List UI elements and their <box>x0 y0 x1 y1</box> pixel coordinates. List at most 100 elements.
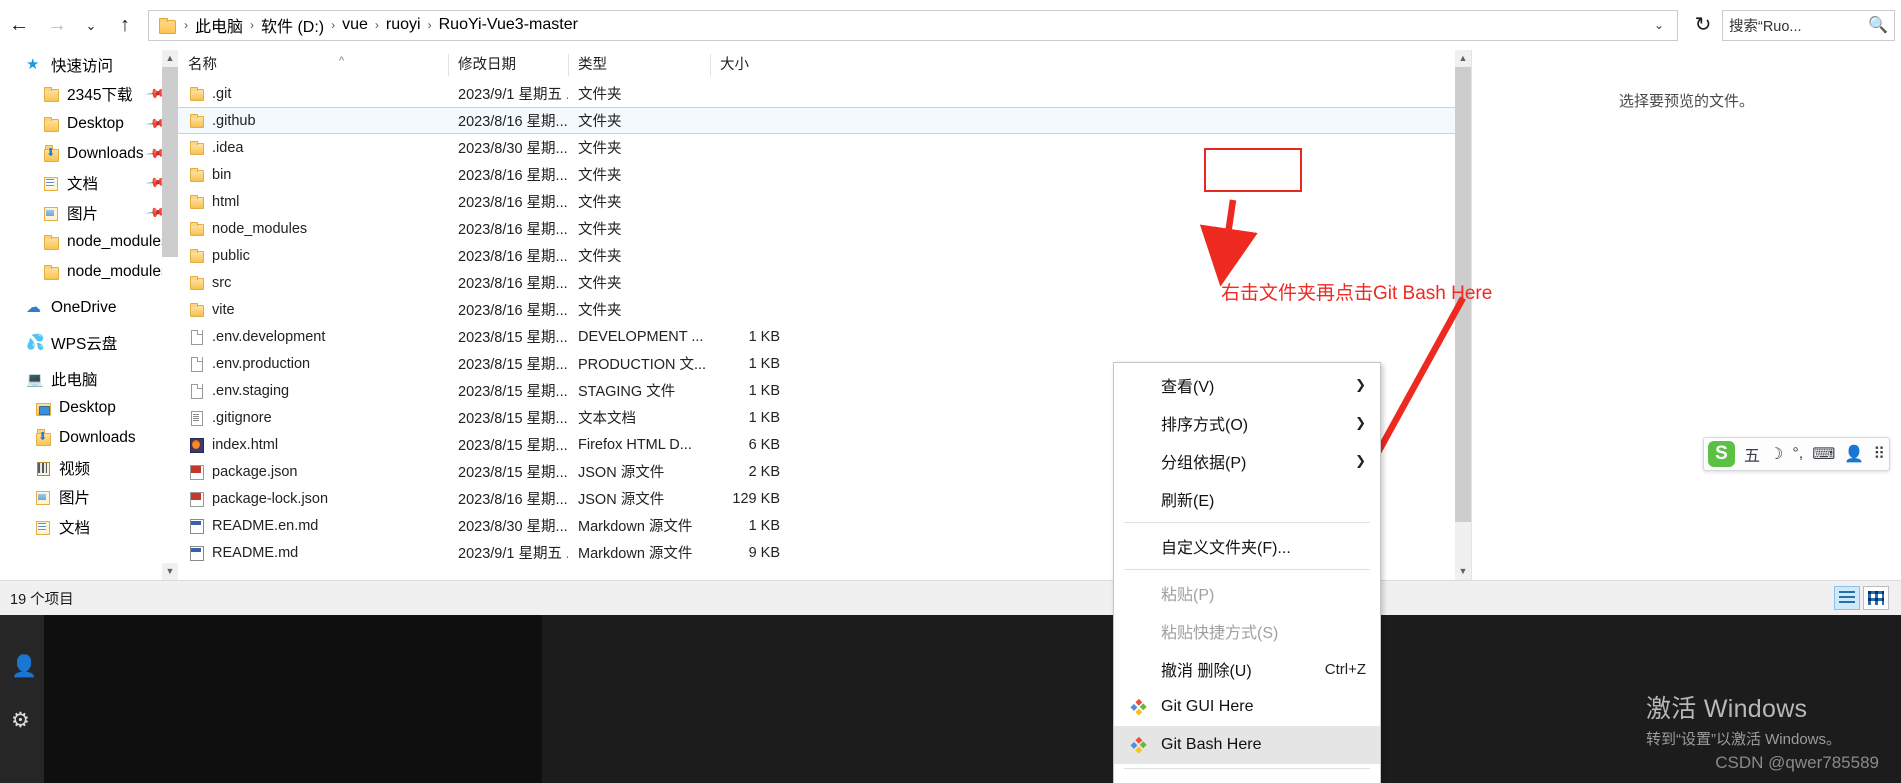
scroll-up-icon[interactable]: ▲ <box>162 50 178 67</box>
sidebar-item-label: 文档 <box>59 519 91 537</box>
sidebar-item-label: 图片 <box>59 490 91 508</box>
file-date: 2023/8/16 星期... <box>458 114 568 130</box>
table-row[interactable]: node_modules 2023/8/16 星期... 文件夹 <box>178 215 1471 242</box>
search-input[interactable]: 搜索“Ruo... 🔍 <box>1722 9 1895 41</box>
menu-item[interactable]: 排序方式(O) ❯ <box>1114 404 1380 442</box>
file-size: 1 KB <box>748 409 780 426</box>
sidebar-group-this-pc[interactable]: 💻 此电脑 <box>0 364 178 394</box>
breadcrumb-separator: › <box>374 18 379 32</box>
breadcrumb-item-3[interactable]: ruoyi <box>383 16 424 34</box>
file-list-scrollbar[interactable]: ▲ ▼ <box>1455 50 1471 580</box>
breadcrumb-item-2[interactable]: vue <box>339 16 371 34</box>
table-row[interactable]: .git 2023/9/1 星期五 ... 文件夹 <box>178 80 1471 107</box>
chevron-right-icon: ❯ <box>1355 377 1366 392</box>
table-row[interactable]: public 2023/8/16 星期... 文件夹 <box>178 242 1471 269</box>
sidebar-group-quick-access[interactable]: ★ 快速访问 <box>0 50 178 80</box>
ime-keyboard-icon[interactable]: ⌨ <box>1812 444 1835 464</box>
gear-icon[interactable]: ⚙ <box>11 708 30 733</box>
details-view-icon[interactable] <box>1834 586 1860 610</box>
sidebar-item-node-modules-2[interactable]: node_modules <box>0 257 178 287</box>
sidebar-item-2345[interactable]: 2345下载 📌 <box>0 80 178 110</box>
ime-toolbar[interactable]: S 五 ☽ °, ⌨ 👤 ⠿ <box>1703 437 1890 471</box>
back-button[interactable]: ← <box>0 6 38 44</box>
forward-icon: → <box>47 14 67 36</box>
menu-separator <box>1124 569 1370 570</box>
file-type: 文件夹 <box>578 276 622 292</box>
breadcrumb-item-1[interactable]: 软件 (D:) <box>258 13 327 37</box>
column-header-size[interactable]: 大小 <box>710 50 790 80</box>
breadcrumb-item-4[interactable]: RuoYi-Vue3-master <box>436 16 581 34</box>
json-icon <box>188 491 204 507</box>
menu-item[interactable]: 自定义文件夹(F)... <box>1114 527 1380 565</box>
menu-item-label: 自定义文件夹(F)... <box>1161 540 1291 557</box>
folder-icon <box>188 140 204 156</box>
file-name: README.en.md <box>212 517 319 534</box>
pictures-icon <box>34 489 52 506</box>
sidebar-item-pc-documents[interactable]: 文档 <box>0 512 178 542</box>
text-file-icon <box>188 410 204 426</box>
menu-item-label: 排序方式(O) <box>1161 417 1249 434</box>
sogou-logo-icon[interactable]: S <box>1708 441 1735 467</box>
menu-item[interactable]: 撤消 删除(U) Ctrl+Z <box>1114 650 1380 688</box>
sidebar-item-downloads[interactable]: Downloads 📌 <box>0 139 178 169</box>
scroll-down-icon[interactable]: ▼ <box>1455 563 1471 580</box>
ime-toolbox-icon[interactable]: ⠿ <box>1873 444 1885 464</box>
sidebar-item-pc-videos[interactable]: 视频 <box>0 453 178 483</box>
ime-punctuation-icon[interactable]: °, <box>1792 445 1803 463</box>
sidebar-item-pc-desktop[interactable]: Desktop <box>0 394 178 424</box>
file-type: Markdown 源文件 <box>578 519 693 535</box>
sidebar-item-label: Desktop <box>67 114 124 132</box>
sidebar-item-label: Downloads <box>67 144 144 162</box>
scrollbar-thumb[interactable] <box>162 67 178 257</box>
forward-button[interactable]: → <box>38 6 76 44</box>
firefox-icon <box>188 437 204 453</box>
menu-item[interactable]: 分组依据(P) ❯ <box>1114 442 1380 480</box>
column-header-name[interactable]: 名称 ^ <box>178 50 448 80</box>
folder-download-icon <box>42 144 60 162</box>
icons-view-icon[interactable] <box>1863 586 1889 610</box>
refresh-button[interactable]: ↻ <box>1684 6 1722 44</box>
address-dropdown-icon[interactable]: ⌄ <box>1645 18 1673 32</box>
account-icon[interactable]: 👤 <box>11 655 37 679</box>
context-menu: 查看(V) ❯ 排序方式(O) ❯ 分组依据(P) ❯ 刷新(E) 自定义文件夹(F)... 粘… <box>1113 362 1381 783</box>
sidebar-item-documents[interactable]: 文档 📌 <box>0 168 178 198</box>
ime-user-icon[interactable]: 👤 <box>1844 444 1864 464</box>
left-rail: 👤 ⚙ <box>0 615 44 783</box>
sidebar-item-node-modules-1[interactable]: node_modules <box>0 228 178 258</box>
scroll-down-icon[interactable]: ▼ <box>162 563 178 580</box>
sidebar-item-pc-downloads[interactable]: Downloads <box>0 423 178 453</box>
ime-mode-icon[interactable]: 五 <box>1744 442 1760 466</box>
recent-locations-button[interactable]: ⌄ <box>76 6 106 44</box>
ime-moon-icon[interactable]: ☽ <box>1769 444 1783 464</box>
item-count: 19 个项目 <box>10 591 74 608</box>
menu-item[interactable]: 刷新(E) <box>1114 480 1380 518</box>
view-buttons <box>1834 586 1901 610</box>
menu-item[interactable]: 查看(V) ❯ <box>1114 366 1380 404</box>
table-row[interactable]: .github 2023/8/16 星期... 文件夹 <box>178 107 1471 134</box>
sidebar-group-wps-cloud[interactable]: 💦 WPS云盘 <box>0 328 178 358</box>
column-header-type[interactable]: 类型 <box>568 50 710 80</box>
table-row[interactable]: html 2023/8/16 星期... 文件夹 <box>178 188 1471 215</box>
sidebar-item-pc-pictures[interactable]: 图片 <box>0 482 178 512</box>
file-type: STAGING 文件 <box>578 384 676 400</box>
file-name: vite <box>212 301 235 318</box>
file-size: 2 KB <box>748 463 780 480</box>
address-input[interactable]: › 此电脑 › 软件 (D:) › vue › ruoyi › RuoYi-Vu… <box>148 9 1678 41</box>
menu-item[interactable]: Git GUI Here <box>1114 688 1380 726</box>
watermark-subtitle: 转到“设置”以激活 Windows。 <box>1645 731 1841 748</box>
breadcrumb-item-0[interactable]: 此电脑 <box>192 13 246 37</box>
column-header-date[interactable]: 修改日期 <box>448 50 568 80</box>
sidebar-group-onedrive[interactable]: ☁ OneDrive <box>0 293 178 323</box>
scroll-up-icon[interactable]: ▲ <box>1455 50 1471 67</box>
menu-item[interactable]: Git Bash Here <box>1114 726 1380 764</box>
sidebar-item-label: 文档 <box>67 176 99 194</box>
menu-item[interactable]: 共享(H)❯ <box>1114 773 1380 783</box>
up-button[interactable]: ↑ <box>106 6 144 44</box>
sidebar-group-label: 快速访问 <box>51 57 114 75</box>
column-header-type-label: 类型 <box>578 57 607 73</box>
sidebar-scrollbar[interactable]: ▲ ▼ <box>162 50 178 580</box>
sidebar-item-desktop[interactable]: Desktop 📌 <box>0 109 178 139</box>
file-date: 2023/8/16 星期... <box>458 303 568 319</box>
sidebar-item-pictures[interactable]: 图片 📌 <box>0 198 178 228</box>
table-row[interactable]: .env.development 2023/8/15 星期... DEVELOPME… <box>178 323 1471 350</box>
